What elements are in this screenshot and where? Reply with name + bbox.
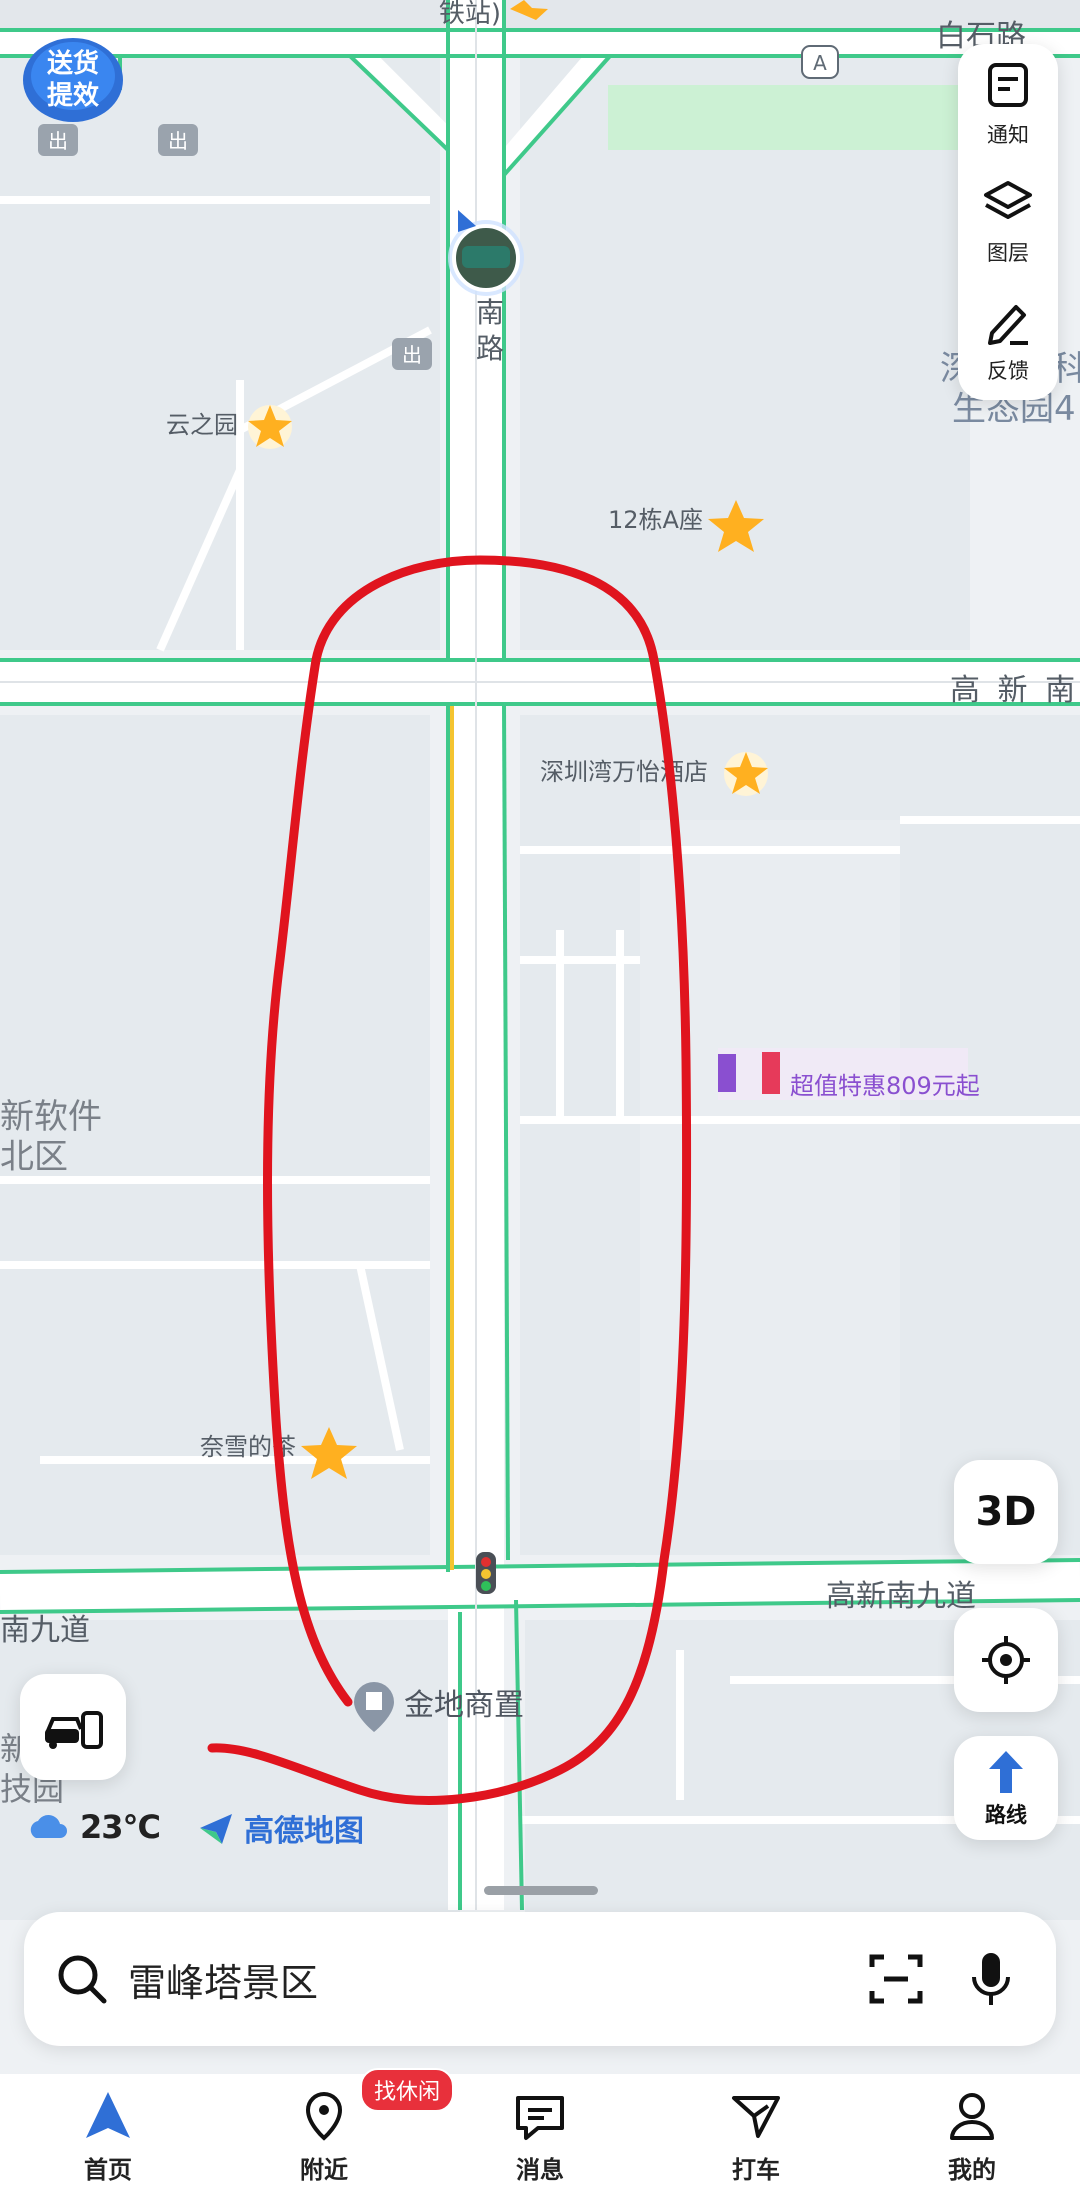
svg-text:超值特惠809元起: 超值特惠809元起 [790, 1072, 980, 1100]
svg-text:提效: 提效 [47, 80, 99, 111]
search-bar[interactable]: 雷峰塔景区 [24, 1912, 1056, 2046]
feedback-button[interactable]: 反馈 [958, 280, 1058, 398]
svg-text:深圳湾万怡酒店: 深圳湾万怡酒店 [540, 758, 708, 786]
svg-text:新软件: 新软件 [0, 1097, 102, 1137]
car-phone-button[interactable] [20, 1674, 126, 1780]
map-canvas[interactable]: 出 出 出 A 铁站) 白石路 南 路 云之园 12栋A座 高 新 南 深圳湾万… [0, 0, 1080, 2201]
nav-messages[interactable]: 消息 [432, 2074, 648, 2201]
message-icon [516, 2096, 564, 2140]
3d-toggle-button[interactable]: 3D [954, 1460, 1058, 1564]
svg-text:路: 路 [476, 332, 504, 365]
notice-button[interactable]: 通知 [958, 44, 1058, 162]
drawer-handle[interactable] [484, 1886, 598, 1895]
nav-home-label: 首页 [84, 2156, 132, 2184]
nav-profile-label: 我的 [948, 2156, 996, 2184]
temperature: 23°C [80, 1808, 161, 1846]
amap-brand: 高德地图 [196, 1806, 364, 1850]
cloud-icon [30, 1815, 67, 1838]
svg-text:北区: 北区 [0, 1137, 68, 1177]
search-input[interactable]: 雷峰塔景区 [128, 1952, 866, 2007]
nearby-pin-icon [305, 2091, 343, 2141]
svg-text:出: 出 [168, 129, 188, 153]
poi-star-icon[interactable] [724, 752, 768, 796]
notice-label: 通知 [987, 123, 1029, 147]
nav-taxi[interactable]: 打车 [648, 2074, 864, 2201]
crosshair-icon [982, 1636, 1030, 1684]
brand-name: 高德地图 [244, 1814, 364, 1849]
svg-text:云之园: 云之园 [166, 411, 238, 439]
taxi-icon [732, 2096, 780, 2138]
promo-banner: 超值特惠809元起 [718, 1048, 980, 1100]
amap-logo-icon [200, 1814, 232, 1844]
svg-text:铁站): 铁站) [439, 0, 501, 29]
traffic-light-icon [476, 1552, 496, 1594]
nav-messages-label: 消息 [516, 2156, 564, 2184]
home-arrow-icon [86, 2092, 130, 2138]
scan-icon[interactable] [866, 1949, 926, 2009]
feedback-pen-icon [988, 305, 1028, 345]
svg-text:高 新 南: 高 新 南 [950, 673, 1079, 708]
nav-taxi-label: 打车 [732, 2156, 780, 2184]
profile-icon [950, 2093, 994, 2140]
search-icon [58, 1955, 107, 2004]
3d-label: 3D [975, 1489, 1037, 1535]
svg-text:出: 出 [48, 129, 68, 153]
layers-label: 图层 [987, 241, 1029, 265]
feedback-label: 反馈 [987, 359, 1029, 383]
svg-text:12栋A座: 12栋A座 [608, 506, 703, 534]
map-tools-panel: 通知 图层 反馈 [958, 44, 1058, 400]
delivery-promo-badge[interactable]: 送货 提效 [18, 30, 128, 126]
svg-text:南: 南 [476, 296, 504, 329]
svg-text:出: 出 [402, 343, 422, 367]
svg-text:高新南九道: 高新南九道 [826, 1579, 976, 1614]
bottom-nav: 首页 附近 找休闲 消息 打车 我的 [0, 2068, 1080, 2201]
microphone-icon[interactable] [966, 1949, 1016, 2009]
layers-icon [984, 181, 1032, 219]
nav-profile[interactable]: 我的 [864, 2074, 1080, 2201]
locate-button[interactable] [954, 1608, 1058, 1712]
nav-nearby-label: 附近 [300, 2156, 348, 2184]
nav-nearby[interactable]: 附近 找休闲 [216, 2068, 455, 2201]
poi-star-icon[interactable] [248, 405, 292, 449]
route-label: 路线 [985, 1803, 1027, 1827]
car-phone-icon [45, 1711, 103, 1749]
svg-text:南九道: 南九道 [0, 1613, 90, 1648]
svg-text:A: A [813, 51, 827, 75]
nav-home[interactable]: 首页 [0, 2074, 216, 2201]
svg-text:金地商置: 金地商置 [404, 1688, 524, 1723]
map-blocks [0, 50, 1080, 1920]
weather-widget: 23°C [26, 1808, 161, 1846]
route-button[interactable]: 路线 [954, 1736, 1058, 1840]
park-area [608, 85, 980, 150]
notice-icon [988, 63, 1028, 107]
svg-text:送货: 送货 [47, 48, 99, 79]
layers-button[interactable]: 图层 [958, 162, 1058, 280]
route-arrow-icon [989, 1751, 1023, 1793]
